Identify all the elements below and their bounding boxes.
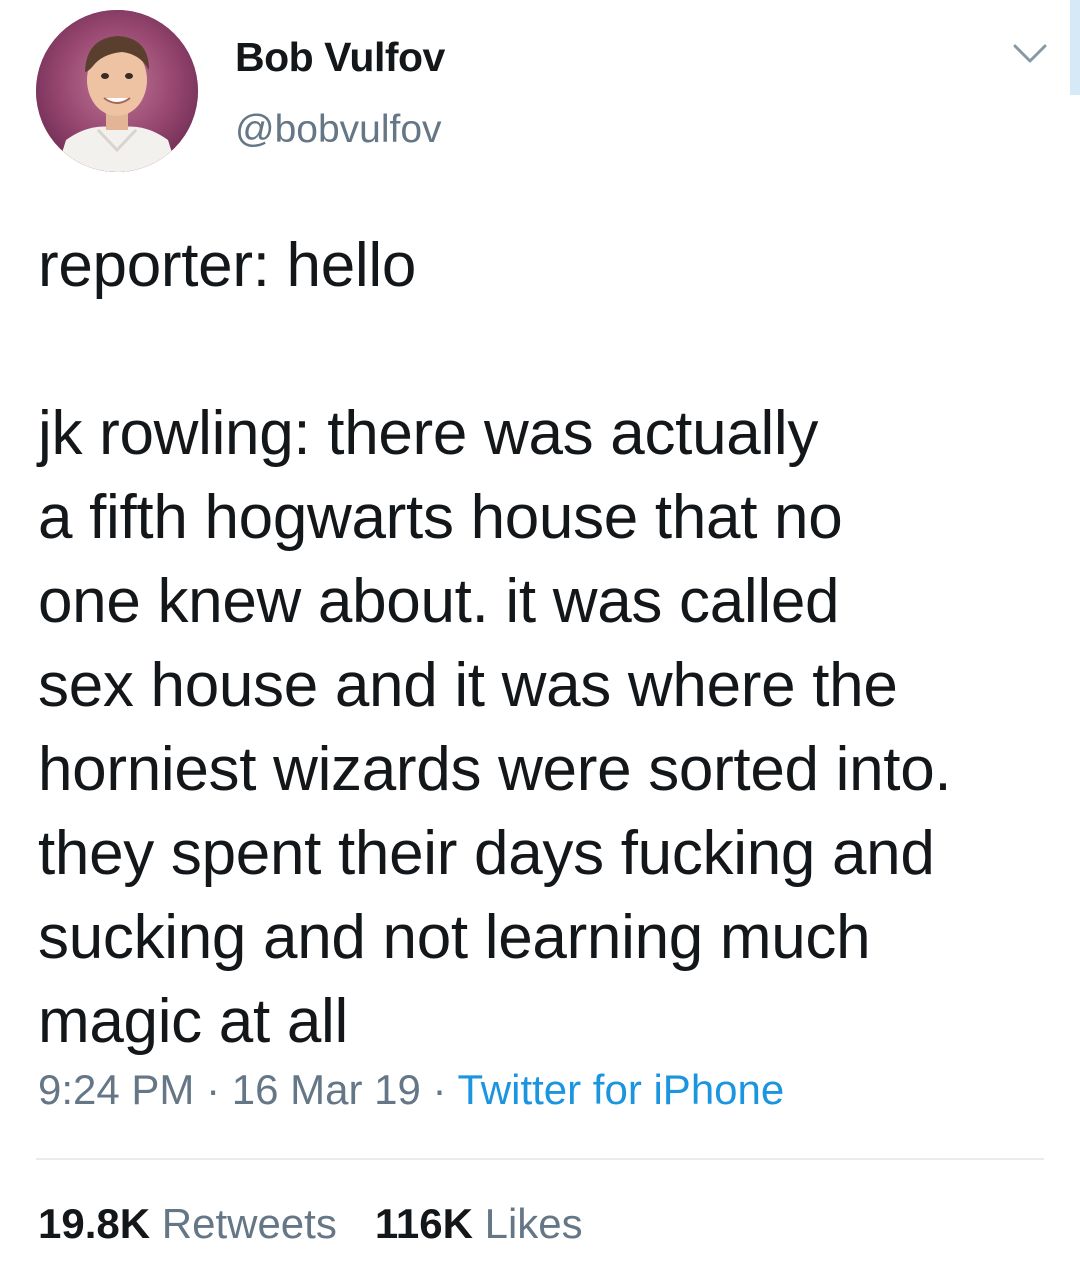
tweet-text-line: sex house and it was where the xyxy=(38,651,898,720)
avatar[interactable] xyxy=(36,10,198,172)
scroll-indicator xyxy=(1070,0,1080,95)
tweet-text-line: they spent their days fucking and xyxy=(38,819,935,888)
tweet-stats: 19.8K Retweets 116K Likes xyxy=(38,1200,583,1248)
tweet-metadata: 9:24 PM · 16 Mar 19 · Twitter for iPhone xyxy=(38,1066,784,1114)
tweet-text-line: sucking and not learning much xyxy=(38,903,871,972)
tweet-text-line: magic at all xyxy=(38,987,348,1056)
retweets-stat[interactable]: 19.8K Retweets xyxy=(38,1200,337,1247)
tweet-text: reporter: hello jk rowling: there was ac… xyxy=(38,224,1068,1064)
author-handle[interactable]: @bobvulfov xyxy=(235,108,442,152)
meta-separator: · xyxy=(420,1066,458,1113)
likes-count: 116K xyxy=(374,1200,473,1247)
retweets-count: 19.8K xyxy=(38,1200,151,1247)
tweet-time[interactable]: 9:24 PM xyxy=(38,1066,194,1113)
tweet-text-line: a fifth hogwarts house that no xyxy=(38,483,843,552)
tweet-source-link[interactable]: Twitter for iPhone xyxy=(457,1066,784,1113)
author-display-name[interactable]: Bob Vulfov xyxy=(235,34,445,81)
tweet-text-line: reporter: hello xyxy=(38,231,417,300)
meta-separator: · xyxy=(194,1066,232,1113)
tweet-text-line: one knew about. it was called xyxy=(38,567,840,636)
retweets-label: Retweets xyxy=(161,1200,337,1247)
chevron-down-icon[interactable] xyxy=(1010,38,1050,68)
tweet-date[interactable]: 16 Mar 19 xyxy=(232,1066,421,1113)
likes-label: Likes xyxy=(484,1200,583,1247)
tweet-text-line: jk rowling: there was actually xyxy=(38,399,819,468)
tweet-text-line: horniest wizards were sorted into. xyxy=(38,735,952,804)
likes-stat[interactable]: 116K Likes xyxy=(375,1200,583,1247)
avatar-image xyxy=(36,10,198,172)
tweet-text-line xyxy=(38,308,1068,392)
divider xyxy=(36,1158,1044,1160)
